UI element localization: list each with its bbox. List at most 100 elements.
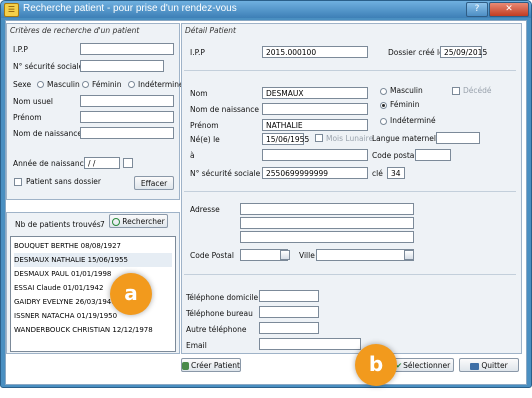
sex-undetermined-label: Indéterminé [138,80,184,89]
detail-sex-radio-female[interactable] [380,102,387,109]
born-field[interactable]: 15/06/1955 [262,133,309,145]
city-field[interactable] [316,249,414,261]
help-button[interactable]: ? [466,2,488,17]
app-icon: ☰ [4,3,19,17]
home-phone-label: Téléphone domicile [186,293,259,302]
select-button[interactable]: ✔Sélectionner [392,358,454,372]
birthplace-field[interactable] [262,149,368,161]
mother-tongue-field[interactable] [436,132,480,144]
birth-postal-label: Code postal [372,151,417,160]
postcode-dropdown[interactable] [280,250,290,260]
create-patient-button[interactable]: Créer Patient [181,358,241,372]
divider [184,191,516,192]
select-button-label: Sélectionner [403,361,451,370]
detail-sex-undetermined-label: Indéterminé [390,116,436,125]
patient-list-item[interactable]: WANDERBOUCK CHRISTIAN 12/12/1978 [14,323,172,337]
key-field[interactable]: 34 [387,167,405,179]
key-label: clé [372,169,383,178]
sex-label: Sexe [13,80,32,89]
title-bar: ☰ Recherche patient - pour prise d'un re… [1,1,531,18]
patient-detail-panel [181,23,522,354]
prenom-field[interactable]: NATHALIE [262,119,368,131]
patient-list-item[interactable]: BOUQUET BERTHE 08/08/1927 [14,239,172,253]
born-label: Né(e) le [190,135,220,144]
birthname-label: Nom de naissance [13,129,82,138]
birth-postal-field[interactable] [415,149,451,161]
create-patient-label: Créer Patient [191,361,240,370]
usual-name-input[interactable] [80,95,174,107]
postcode-label: Code Postal [190,251,234,260]
address-line-1[interactable] [240,203,414,215]
city-dropdown[interactable] [404,250,414,260]
ipp-input[interactable] [80,43,174,55]
patient-list-item[interactable]: DESMAUX PAUL 01/01/1998 [14,267,172,281]
patient-list-item-selected[interactable]: DESMAUX NATHALIE 15/06/1955 [14,253,172,267]
clear-button[interactable]: Effacer [134,176,174,190]
close-button[interactable]: ✕ [489,2,529,17]
firstname-input[interactable] [80,111,174,123]
detail-sex-male-label: Masculin [390,86,423,95]
add-user-icon [182,362,190,370]
callout-a: a [110,273,152,315]
birthyear-label: Année de naissance [13,159,89,168]
address-label: Adresse [190,205,220,214]
no-file-label: Patient sans dossier [26,177,101,186]
search-button-label: Rechercher [122,217,165,226]
detail-ssn-label: N° sécurité sociale [190,169,261,178]
detail-ssn-field[interactable]: 2550699999999 [262,167,368,179]
search-icon [112,218,121,226]
birthyear-input[interactable]: / / [84,157,120,169]
sex-radio-female[interactable] [82,81,89,88]
detail-title: Détail Patient [185,26,236,35]
address-line-2[interactable] [240,217,414,229]
divider [184,274,516,275]
ipp-label: I.P.P [13,45,28,54]
detail-birthname-field[interactable] [262,103,368,115]
sex-female-label: Féminin [92,80,122,89]
email-field[interactable] [259,338,361,350]
sex-radio-male[interactable] [37,81,44,88]
patient-list-item[interactable]: ISSNER NATACHA 01/19/1950 [14,309,172,323]
calendar-button[interactable] [123,158,133,168]
callout-b: b [355,344,397,386]
birthplace-label: à [190,151,195,160]
found-count: 7 [100,220,105,229]
sex-radio-undetermined[interactable] [128,81,135,88]
home-phone-field[interactable] [259,290,319,302]
detail-ipp-field[interactable]: 2015.000100 [262,46,368,58]
deceased-checkbox[interactable] [452,87,460,95]
created-field[interactable]: 25/09/2015 [440,46,487,58]
lunar-label: Mois Lunaire [326,134,374,143]
no-file-checkbox[interactable] [14,178,22,186]
divider [184,70,516,71]
ssn-input[interactable] [80,60,164,72]
search-button[interactable]: Rechercher [109,214,168,228]
office-phone-label: Téléphone bureau [186,309,253,318]
detail-sex-radio-male[interactable] [380,88,387,95]
exit-icon [470,362,480,370]
nom-field[interactable]: DESMAUX [262,87,368,99]
sex-male-label: Masculin [47,80,80,89]
found-label: Nb de patients trouvés [15,220,101,229]
email-label: Email [186,341,207,350]
detail-ipp-label: I.P.P [190,48,205,57]
city-label: Ville [299,251,315,260]
lunar-checkbox[interactable] [315,134,323,142]
quit-button[interactable]: Quitter [459,358,519,372]
birthname-input[interactable] [80,127,174,139]
deceased-label: Décédé [463,86,492,95]
created-label: Dossier créé le [388,48,444,57]
detail-sex-female-label: Féminin [390,100,420,109]
prenom-label: Prénom [190,121,219,130]
detail-sex-radio-undetermined[interactable] [380,118,387,125]
address-line-3[interactable] [240,231,414,243]
detail-birthname-label: Nom de naissance [190,105,259,114]
firstname-label: Prénom [13,113,42,122]
office-phone-field[interactable] [259,306,319,318]
usual-name-label: Nom usuel [13,97,54,106]
quit-button-label: Quitter [481,361,508,370]
criteria-title: Critères de recherche d'un patient [10,26,140,35]
mother-tongue-label: Langue maternelle [372,134,443,143]
other-phone-field[interactable] [259,322,319,334]
other-phone-label: Autre téléphone [186,325,247,334]
